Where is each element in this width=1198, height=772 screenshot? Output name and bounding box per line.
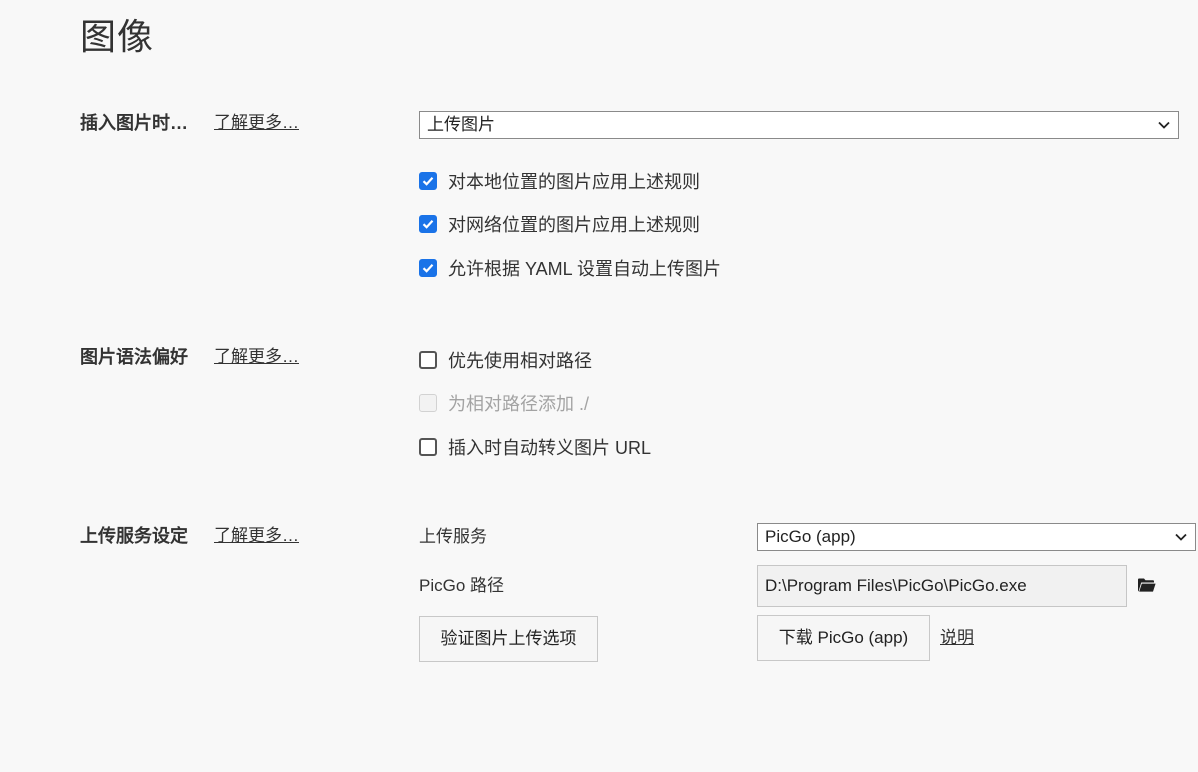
option-escape-image-url[interactable]: 插入时自动转义图片 URL [419, 435, 651, 459]
checkbox-escape-image-url[interactable] [419, 438, 437, 456]
checkbox-prefer-relative-path[interactable] [419, 351, 437, 369]
help-link[interactable]: 说明 [940, 626, 974, 650]
upload-service-value: PicGo (app) [765, 527, 856, 546]
option-label: 允许根据 YAML 设置自动上传图片 [448, 259, 722, 279]
checkbox-apply-network[interactable] [419, 215, 437, 233]
section-label-upload-service: 上传服务设定 [80, 526, 188, 546]
option-yaml-auto-upload[interactable]: 允许根据 YAML 设置自动上传图片 [419, 256, 721, 280]
option-label: 优先使用相对路径 [448, 351, 592, 371]
page-title: 图像 [80, 16, 155, 57]
option-apply-local[interactable]: 对本地位置的图片应用上述规则 [419, 169, 700, 193]
option-label: 为相对路径添加 ./ [448, 394, 590, 414]
option-apply-network[interactable]: 对网络位置的图片应用上述规则 [419, 212, 700, 236]
upload-service-label: 上传服务 [419, 527, 487, 546]
verify-upload-button[interactable]: 验证图片上传选项 [419, 616, 598, 662]
download-picgo-button[interactable]: 下载 PicGo (app) [757, 615, 930, 661]
learn-more-link-insert[interactable]: 了解更多… [214, 111, 299, 135]
learn-more-link-upload[interactable]: 了解更多… [214, 524, 299, 548]
picgo-path-label: PicGo 路径 [419, 576, 505, 595]
insert-image-action-value: 上传图片 [427, 115, 495, 134]
checkbox-add-dot-slash [419, 394, 437, 412]
option-label: 对网络位置的图片应用上述规则 [448, 215, 700, 235]
checkbox-apply-local[interactable] [419, 172, 437, 190]
checkmark-icon [422, 264, 434, 273]
option-add-dot-slash: 为相对路径添加 ./ [419, 391, 589, 415]
chevron-down-icon [1175, 533, 1187, 541]
chevron-down-icon [1158, 121, 1170, 129]
checkmark-icon [422, 177, 434, 186]
section-label-insert-image: 插入图片时… [80, 113, 188, 133]
learn-more-link-syntax[interactable]: 了解更多… [214, 345, 299, 369]
upload-service-select[interactable]: PicGo (app) [757, 523, 1196, 551]
option-label: 对本地位置的图片应用上述规则 [448, 172, 700, 192]
insert-image-action-select[interactable]: 上传图片 [419, 111, 1179, 139]
option-prefer-relative-path[interactable]: 优先使用相对路径 [419, 348, 592, 372]
checkmark-icon [422, 220, 434, 229]
section-label-image-syntax: 图片语法偏好 [80, 347, 188, 367]
folder-icon[interactable] [1137, 577, 1156, 593]
option-label: 插入时自动转义图片 URL [448, 438, 652, 458]
checkbox-yaml-auto-upload[interactable] [419, 259, 437, 277]
picgo-path-input[interactable]: D:\Program Files\PicGo\PicGo.exe [757, 565, 1127, 607]
settings-page: 图像 插入图片时… 了解更多… 上传图片 对本地位置的图片应用上述规则 对网络位… [0, 0, 1198, 772]
